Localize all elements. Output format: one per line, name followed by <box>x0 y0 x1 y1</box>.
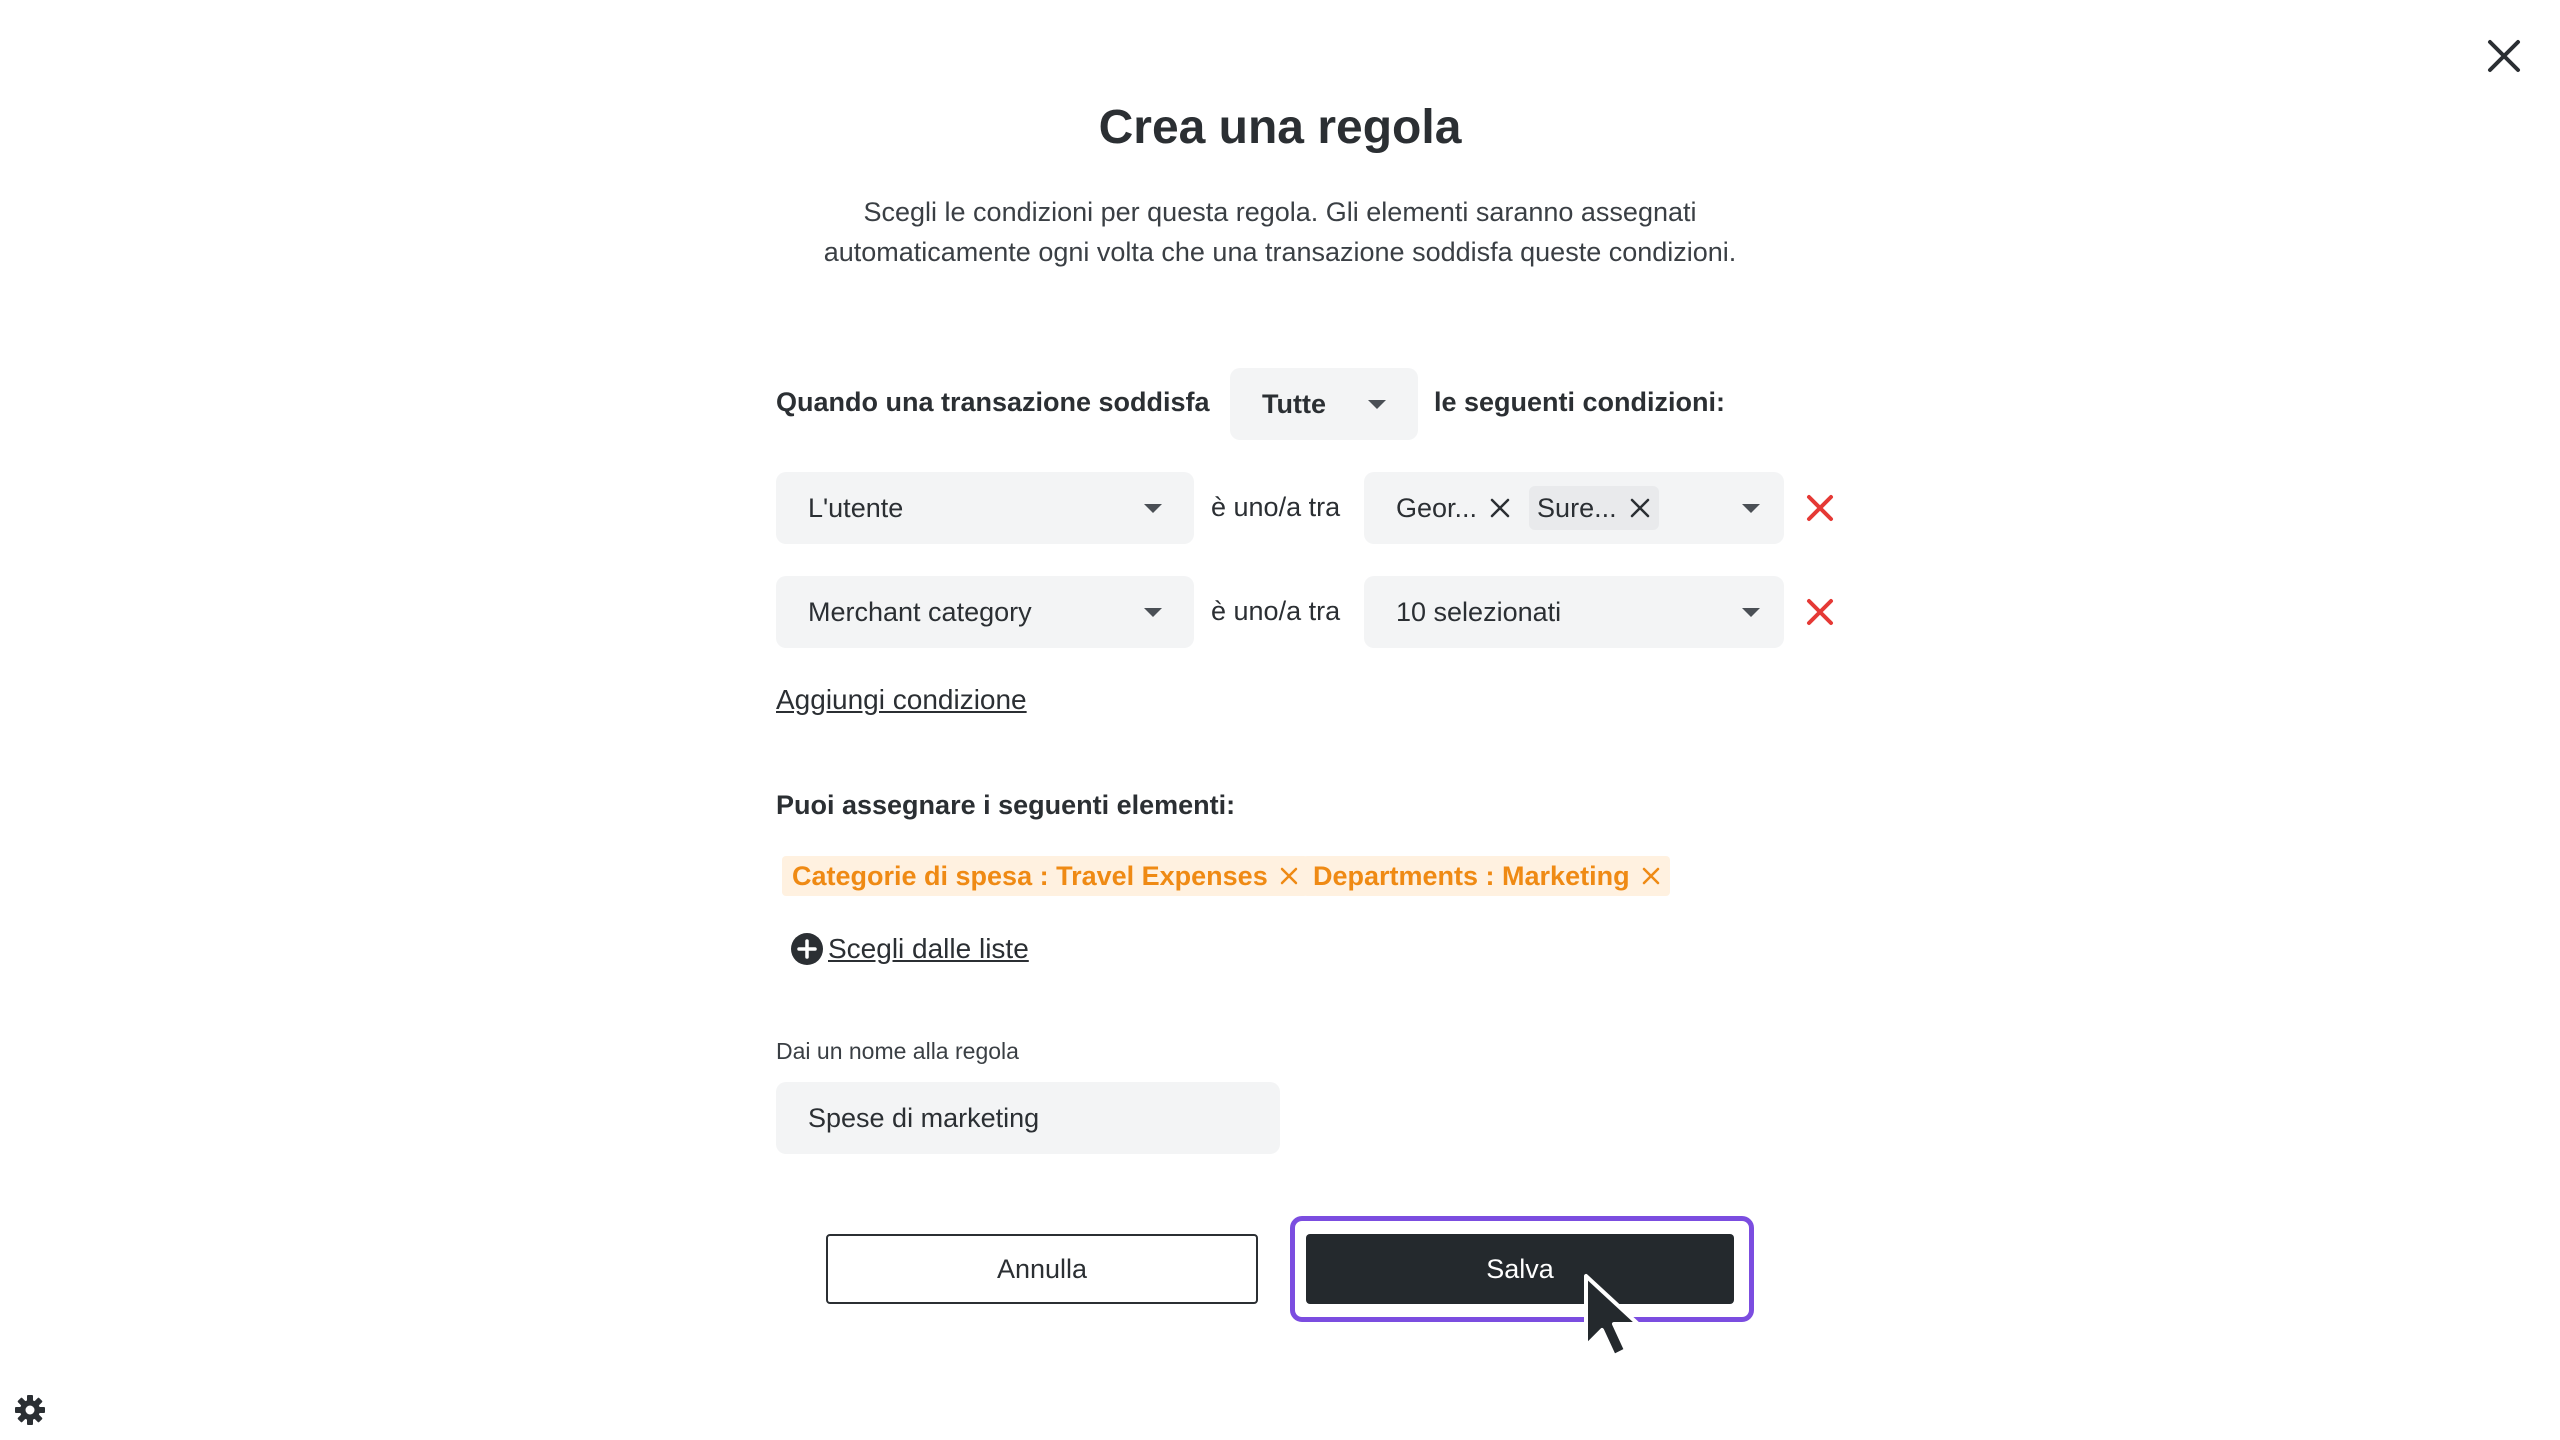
selected-chip: Geor... <box>1396 486 1517 530</box>
assigned-tag: Departments : Marketing <box>1303 856 1670 896</box>
plus-circle-icon <box>791 933 823 965</box>
save-button[interactable]: Salva <box>1306 1234 1734 1304</box>
condition-operator: è uno/a tra <box>1211 596 1341 626</box>
rule-name-value: Spese di marketing <box>808 1102 1040 1133</box>
chevron-down-icon <box>1742 503 1760 513</box>
condition-field-select-2[interactable]: Merchant category <box>776 576 1194 648</box>
gear-icon[interactable] <box>14 1394 46 1426</box>
subtitle-line-1: Scegli le condizioni per questa regola. … <box>863 197 1697 227</box>
tag-label: Departments : Marketing <box>1313 860 1630 891</box>
chevron-down-icon <box>1742 607 1760 617</box>
condition-value: 10 selezionati <box>1396 596 1562 627</box>
delete-condition-icon[interactable] <box>1805 597 1835 627</box>
tag-label: Categorie di spesa : Travel Expenses <box>792 860 1268 891</box>
dialog-title: Crea una regola <box>1098 101 1462 154</box>
condition-value-multiselect-1[interactable]: Geor... Sure... <box>1364 472 1784 544</box>
rule-name-label: Dai un nome alla regola <box>776 1038 1019 1064</box>
selected-chip: Sure... <box>1529 486 1659 530</box>
remove-chip-icon[interactable] <box>1629 497 1651 519</box>
chevron-down-icon <box>1368 399 1386 409</box>
condition-field-select-1[interactable]: L'utente <box>776 472 1194 544</box>
cancel-button[interactable]: Annulla <box>826 1234 1258 1304</box>
dialog-subtitle: Scegli le condizioni per questa regola. … <box>780 192 1780 272</box>
delete-condition-icon[interactable] <box>1805 493 1835 523</box>
close-icon[interactable] <box>2482 34 2526 78</box>
condition-prefix: Quando una transazione soddisfa <box>776 387 1210 417</box>
chevron-down-icon <box>1144 607 1162 617</box>
remove-chip-icon[interactable] <box>1489 497 1511 519</box>
choose-from-lists-button[interactable]: Scegli dalle liste <box>790 932 1029 966</box>
chip-label: Sure... <box>1537 492 1617 523</box>
chevron-down-icon <box>1144 503 1162 513</box>
assigned-tag: Categorie di spesa : Travel Expenses <box>782 856 1308 896</box>
match-select[interactable]: Tutte <box>1230 368 1418 440</box>
condition-suffix: le seguenti condizioni: <box>1434 387 1726 417</box>
add-condition-link[interactable]: Aggiungi condizione <box>776 684 1027 716</box>
match-select-value: Tutte <box>1262 388 1326 419</box>
remove-tag-icon[interactable] <box>1280 867 1298 885</box>
mouse-cursor-icon <box>1584 1274 1640 1358</box>
remove-tag-icon[interactable] <box>1642 867 1660 885</box>
subtitle-line-2: automaticamente ogni volta che una trans… <box>823 237 1737 267</box>
rule-name-input[interactable]: Spese di marketing <box>776 1082 1280 1154</box>
choose-from-lists-label: Scegli dalle liste <box>828 933 1029 964</box>
condition-operator: è uno/a tra <box>1211 492 1341 522</box>
condition-field-value: Merchant category <box>808 596 1032 627</box>
condition-value-select-2[interactable]: 10 selezionati <box>1364 576 1784 648</box>
condition-field-value: L'utente <box>808 492 904 523</box>
chip-label: Geor... <box>1396 492 1478 523</box>
assign-section-title: Puoi assegnare i seguenti elementi: <box>776 790 1236 820</box>
